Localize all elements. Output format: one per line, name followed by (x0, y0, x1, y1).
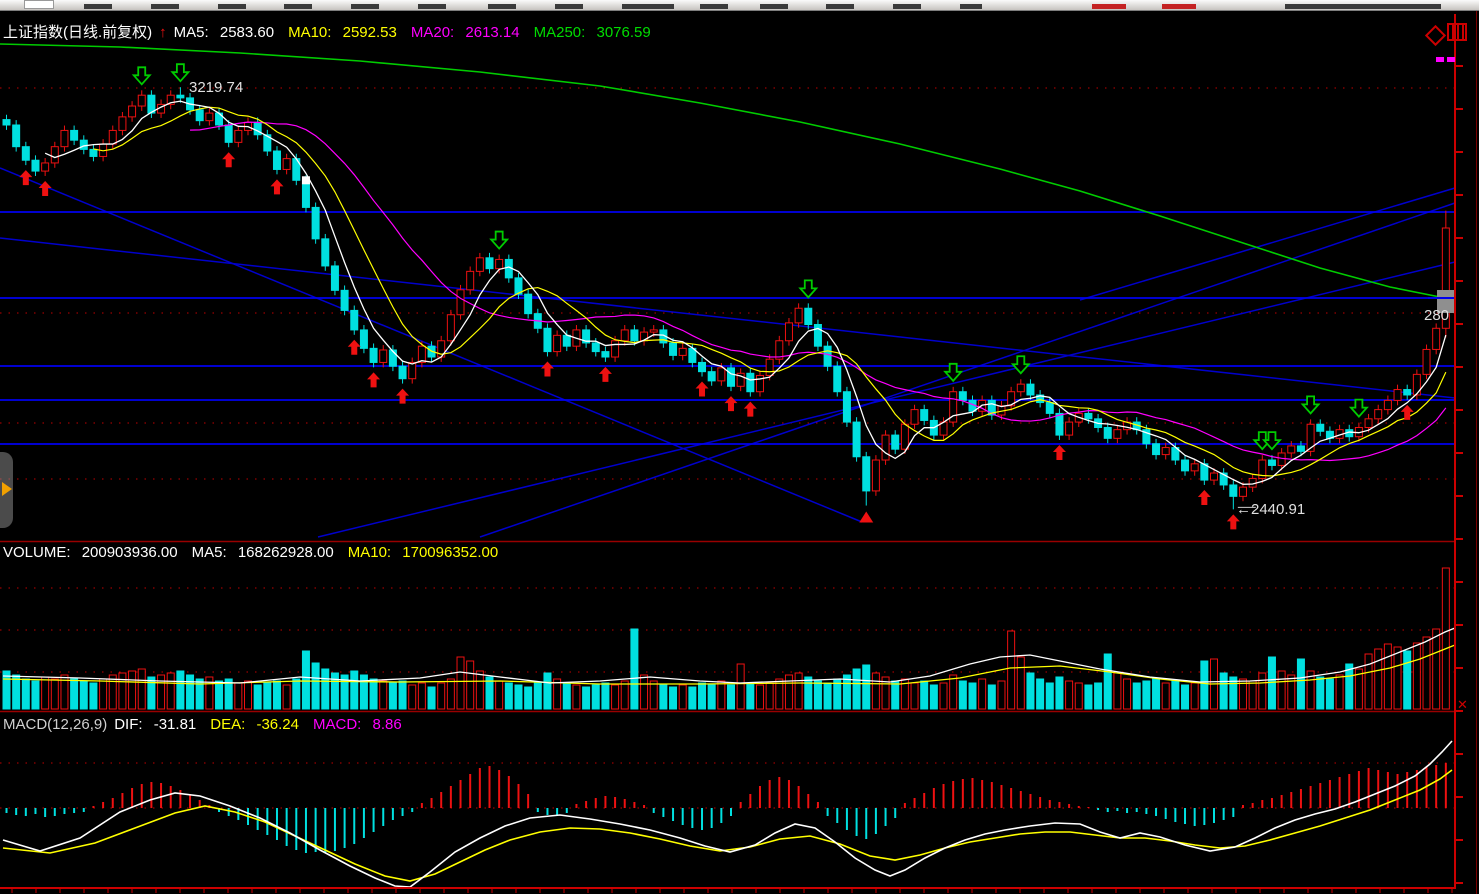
menubar-item-fragment[interactable] (826, 4, 854, 9)
sell-signal-arrow (1013, 356, 1029, 373)
menubar-item-fragment[interactable] (622, 4, 674, 9)
menubar-item-fragment[interactable] (555, 4, 583, 9)
buy-signal-arrow (1053, 445, 1066, 460)
dif-readout: DIF: -31.81 (114, 716, 203, 733)
sell-signal-arrow (134, 67, 150, 84)
volume-ma10-readout: MA10: 170096352.00 (348, 544, 505, 561)
trend-up-arrow-icon: ↑ (159, 24, 167, 41)
menubar-red-button-fragment[interactable] (1092, 4, 1126, 9)
low-price-label: ←2440.91 (1236, 501, 1305, 518)
menubar-item-fragment[interactable] (418, 4, 446, 9)
chart-canvas[interactable] (0, 0, 1479, 894)
menubar-item-fragment[interactable] (1285, 4, 1441, 9)
macd-params: MACD(12,26,9) (3, 716, 107, 733)
sell-signal-arrow (1303, 396, 1319, 413)
dea-readout: DEA: -36.24 (210, 716, 306, 733)
menubar-item-fragment[interactable] (151, 4, 179, 9)
menubar-item-fragment[interactable] (488, 4, 516, 9)
menubar-item-fragment[interactable] (960, 4, 982, 9)
buy-signal-arrow (367, 372, 380, 387)
buy-signal-arrow (725, 396, 738, 411)
peak-price-label: 3219.74 (189, 79, 243, 96)
menubar-item-fragment[interactable] (700, 4, 728, 9)
ma5-readout: MA5: 2583.60 (174, 24, 281, 41)
macd-readout: MACD: 8.86 (313, 716, 409, 733)
last-price-label: 280 (1424, 307, 1455, 324)
symbol-title: 上证指数(日线.前复权) (3, 24, 152, 41)
menubar-item-fragment[interactable] (893, 4, 921, 9)
trading-app-window: 上证指数(日线.前复权) ↑ MA5: 2583.60 MA10: 2592.53 MA… (0, 0, 1479, 894)
expand-arrow-icon (2, 482, 12, 496)
buy-signal-arrow (270, 179, 283, 194)
buy-signal-arrow (541, 361, 554, 376)
white-square-marker (302, 176, 310, 184)
sell-signal-arrow (172, 64, 188, 81)
volume-readout: VOLUME: 200903936.00 (3, 544, 185, 561)
top-menubar[interactable] (0, 0, 1479, 11)
menubar-item-fragment[interactable] (351, 4, 379, 9)
magenta-marker-dot (1447, 57, 1455, 62)
moving-average-lines (0, 44, 1455, 484)
ma20-readout: MA20: 2613.14 (411, 24, 527, 41)
chip-distribution-icon[interactable] (1447, 23, 1467, 41)
buy-signal-arrow (19, 170, 32, 185)
bottom-triangle-marker (859, 512, 873, 523)
menubar-red-button-fragment[interactable] (1162, 4, 1196, 9)
buy-signal-arrow (696, 382, 709, 397)
ma250-readout: MA250: 3076.59 (534, 24, 658, 41)
sell-signal-arrow (1351, 400, 1367, 417)
buy-signal-arrow (599, 367, 612, 382)
main-chart-header: 上证指数(日线.前复权) ↑ MA5: 2583.60 MA10: 2592.53 MA… (3, 21, 665, 42)
buy-signal-arrow (348, 340, 361, 355)
macd-layer (0, 741, 1455, 887)
sell-signal-arrow (491, 232, 507, 249)
buy-signal-arrow (744, 402, 757, 417)
volume-layer (0, 568, 1455, 709)
buy-signal-arrow (1401, 405, 1414, 420)
toolbar-icon[interactable] (24, 0, 54, 9)
menubar-item-fragment[interactable] (84, 4, 112, 9)
buy-signal-arrow (396, 389, 409, 404)
volume-panel-header: VOLUME: 200903936.00 MA5: 168262928.00 MA1… (3, 544, 512, 561)
buy-signal-arrow (222, 152, 235, 167)
side-panel-expander[interactable] (0, 452, 13, 528)
buy-signal-arrow (1198, 490, 1211, 505)
ma10-readout: MA10: 2592.53 (288, 24, 404, 41)
macd-panel-header: MACD(12,26,9) DIF: -31.81 DEA: -36.24 MACD:… (3, 716, 416, 733)
volume-ma5-readout: MA5: 168262928.00 (192, 544, 341, 561)
main-gridlines (0, 88, 1455, 479)
magenta-marker-dot (1436, 57, 1444, 62)
sell-signal-arrow (800, 280, 816, 297)
menubar-item-fragment[interactable] (284, 4, 312, 9)
menubar-item-fragment[interactable] (218, 4, 246, 9)
menubar-item-fragment[interactable] (760, 4, 788, 9)
panel-corner-close-icon[interactable]: ✕ (1457, 697, 1468, 713)
